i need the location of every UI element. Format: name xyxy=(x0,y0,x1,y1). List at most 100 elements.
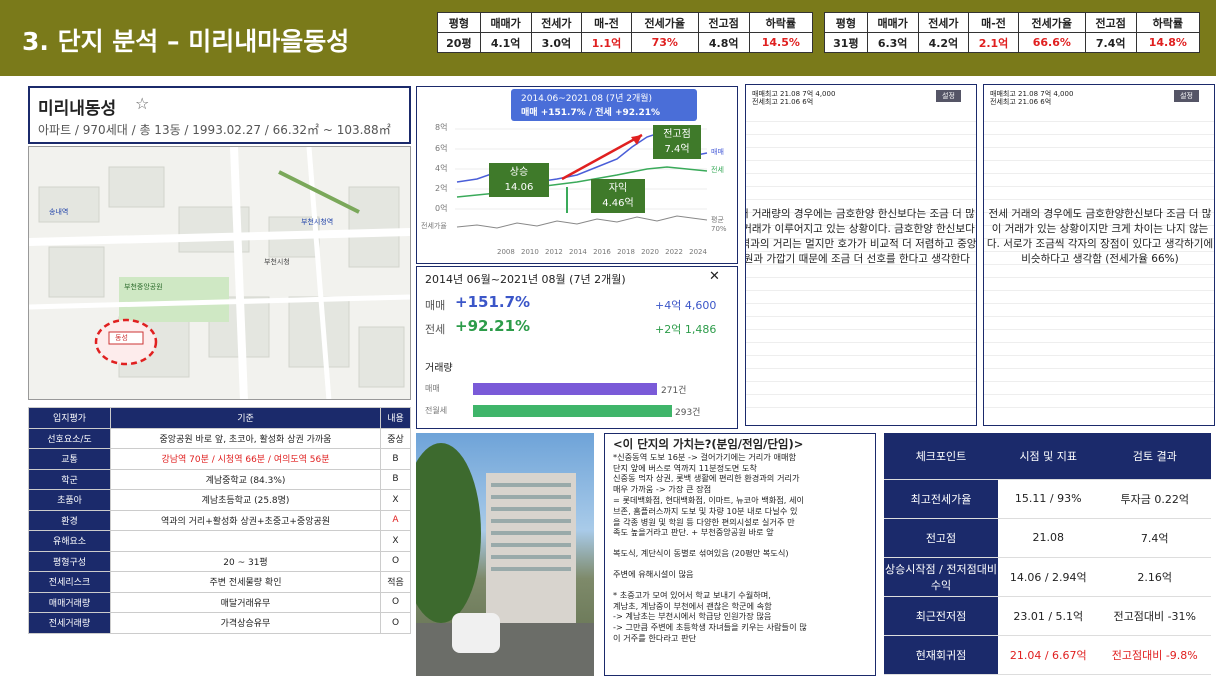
map-label-station: 부천시청역 xyxy=(301,218,334,226)
chart-banner-period: 2014.06~2021.08 (7년 2개월) xyxy=(521,94,653,104)
th: 내용 xyxy=(380,407,411,429)
favorite-star-icon[interactable]: ☆ xyxy=(135,94,149,113)
chk-point: 23.01 / 5.1억 xyxy=(998,596,1099,636)
value-line: 신중동 먹자 상권, 롯백 생활에 편리한 환경과의 거리가 xyxy=(613,473,800,484)
complex-info: 미리내동성 ☆ 아파트 / 970세대 / 총 13동 / 1993.02.27… xyxy=(28,86,411,144)
settings-button[interactable]: 설정 xyxy=(1174,90,1199,102)
eval-desc: 역과의 거리+활성화 상권+초중고+중앙공원 xyxy=(110,509,381,531)
y-tick: 0억 xyxy=(435,204,448,213)
value-line xyxy=(613,538,867,548)
price-table-20: 평형 매매가 전세가 매-전 전세가율 전고점 하락률 20평 4.1억 3.0… xyxy=(437,12,814,53)
chk-result: 전고점대비 -9.8% xyxy=(1098,635,1211,675)
value-line: -> 계남초는 부천시에서 학급당 인원가장 많음 xyxy=(613,611,772,622)
th: 전세가율 xyxy=(630,12,699,33)
value-line: 주변에 유해시설이 많음 xyxy=(613,568,694,579)
x-tick: 2012 xyxy=(545,248,563,256)
th: 평형 xyxy=(824,12,868,33)
complex-name: 미리내동성 xyxy=(38,99,117,119)
volume-title: 거래량 xyxy=(425,363,453,374)
value-line: 족도 높을거라고 판단. + 부천중앙공원 바로 앞 xyxy=(613,527,774,538)
peak-label-title: 전고점 xyxy=(663,129,691,140)
map-graphic xyxy=(29,147,410,399)
th: 검토 결과 xyxy=(1098,433,1211,480)
complex-summary: 아파트 / 970세대 / 총 13동 / 1993.02.27 / 66.32… xyxy=(38,123,391,137)
chk-key: 상승시작점 / 전저점대비 수익 xyxy=(884,557,998,597)
value-line xyxy=(613,580,867,590)
th: 기준 xyxy=(110,407,381,429)
chart-banner-change: 매매 +151.7% / 전세 +92.21% xyxy=(521,108,660,118)
th: 전고점 xyxy=(1084,12,1137,33)
summary-period: 2014년 06월~2021년 08월 (7년 2개월) xyxy=(425,273,626,286)
value-line: * 초중고가 모여 있어서 학교 보내기 수월하며, xyxy=(613,589,771,600)
sale-amt: +4억 4,600 xyxy=(655,299,717,312)
x-tick: 2014 xyxy=(569,248,587,256)
chk-point: 14.06 / 2.94억 xyxy=(998,557,1099,597)
cell: 73% xyxy=(630,32,699,53)
th: 전세가율 xyxy=(1017,12,1086,33)
eval-key: 선호요소/도 xyxy=(28,427,111,449)
cell: 20평 xyxy=(437,32,481,53)
value-line xyxy=(613,559,867,569)
location-map[interactable]: 부천중앙공원 부천시청역 부천시청 송내역 동성 xyxy=(28,146,411,400)
cell: 1.1억 xyxy=(581,32,632,53)
sale-trade-comment: 매매 거래량의 경우에는 금호한양 한신보다는 조금 더 많이 거래가 이루어지… xyxy=(745,208,977,265)
y-tick: 2억 xyxy=(435,184,448,193)
cell: 6.3억 xyxy=(866,32,919,53)
eval-grade: O xyxy=(380,612,411,634)
eval-grade: A xyxy=(380,509,411,531)
th: 매-전 xyxy=(968,12,1019,33)
jeonse-trade-list[interactable]: 매매최고 21.08 7억 4,000 전세최고 21.06 6억 설정 전세 … xyxy=(983,84,1215,426)
price-table-31: 평형 매매가 전세가 매-전 전세가율 전고점 하락률 31평 6.3억 4.2… xyxy=(824,12,1201,53)
rate-avg-value: 70% xyxy=(711,225,727,233)
vol-jeonse: 293건 xyxy=(675,408,701,418)
vol-jeonse-label: 전월세 xyxy=(425,406,448,415)
chk-key: 최고전세가율 xyxy=(884,479,998,519)
vol-jeonse-bar xyxy=(473,405,672,417)
eval-grade: 중상 xyxy=(380,427,411,449)
rise-label: 상승 14.06 xyxy=(489,163,549,197)
price-trend-chart: 2014.06~2021.08 (7년 2개월) 매매 +151.7% / 전세… xyxy=(416,86,738,264)
trade-max-jeonse: 전세최고 21.06 6억 xyxy=(990,98,1052,106)
sale-trade-list[interactable]: 매매최고 21.08 7억 4,000 전세최고 21.06 6억 설정 매매 … xyxy=(745,84,977,426)
chk-point: 15.11 / 93% xyxy=(998,479,1099,519)
eval-desc: 가격상승유무 xyxy=(110,612,381,634)
chk-result: 2.16억 xyxy=(1098,557,1211,597)
cell: 3.0억 xyxy=(530,32,583,53)
chk-point: 21.04 / 6.67억 xyxy=(998,635,1099,675)
eval-grade: X xyxy=(380,489,411,511)
eval-key: 교통 xyxy=(28,448,111,470)
value-line: 계남초, 계남중이 부천에서 괜찮은 학군에 속함 xyxy=(613,600,772,611)
eval-key: 유해요소 xyxy=(28,530,111,552)
eval-desc: 중앙공원 바로 앞, 초코아, 활성화 상권 가까움 xyxy=(110,427,381,449)
x-tick: 2018 xyxy=(617,248,635,256)
value-line: 매우 가까움 -> 가장 큰 장점 xyxy=(613,484,712,495)
eval-desc: 주변 전세물량 확인 xyxy=(110,571,381,593)
eval-key: 초품아 xyxy=(28,489,111,511)
value-analysis: <이 단지의 가치는?(분임/전임/단임)> *신중동역 도보 16분 -> 걸… xyxy=(604,433,876,676)
settings-button[interactable]: 설정 xyxy=(936,90,961,102)
map-label-songnae: 송내역 xyxy=(49,208,69,216)
eval-grade: B xyxy=(380,448,411,470)
y-tick: 8억 xyxy=(435,123,448,132)
x-tick: 2024 xyxy=(689,248,707,256)
value-line: 단지 앞에 버스로 역까지 11분정도면 도착 xyxy=(613,462,757,473)
cell: 4.2억 xyxy=(917,32,970,53)
series-label-sale: 매매 xyxy=(711,148,724,156)
value-line: 복도식, 계단식이 동별로 섞여있음 (20평만 복도식) xyxy=(613,548,789,559)
eval-grade: X xyxy=(380,530,411,552)
th: 전고점 xyxy=(697,12,750,33)
th: 시점 및 지표 xyxy=(998,433,1099,480)
jeonse-amt: +2억 1,486 xyxy=(655,323,717,336)
eval-desc: 매달거래유무 xyxy=(110,591,381,613)
value-line: = 롯데백화점, 현대백화점, 이마트, 뉴코아 백화점, 세이 xyxy=(613,494,805,505)
cell: 14.5% xyxy=(748,32,814,53)
x-tick: 2020 xyxy=(641,248,659,256)
rise-label-title: 상승 xyxy=(509,167,529,178)
cell: 66.6% xyxy=(1017,32,1086,53)
value-line: 을 각종 병원 및 학원 등 다양한 편의시설로 실거주 만 xyxy=(613,516,795,527)
sale-label: 매매 xyxy=(425,299,446,312)
x-tick: 2022 xyxy=(665,248,683,256)
close-icon[interactable]: ✕ xyxy=(709,269,720,284)
vol-sale-label: 매매 xyxy=(425,384,440,393)
map-pin-label: 동성 xyxy=(115,334,128,342)
